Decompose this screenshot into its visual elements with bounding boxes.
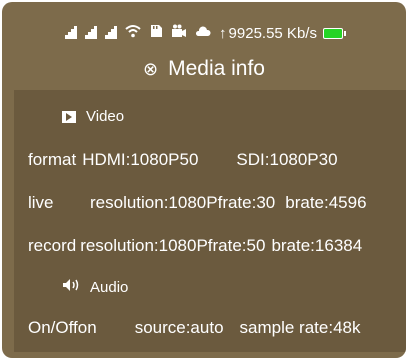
speaker-icon	[62, 278, 80, 297]
media-info-icon: ⊗	[143, 58, 159, 79]
record-row: record resolution:1080P frate:50 brate:1…	[28, 236, 406, 256]
record-resolution: resolution:1080P	[80, 236, 208, 255]
video-icon	[62, 110, 76, 123]
live-row: live resolution:1080P frate:30 brate:459…	[28, 193, 406, 213]
format-sdi-value: SDI:1080P30	[236, 150, 338, 169]
format-hdmi-value: HDMI:1080P50	[82, 150, 199, 169]
live-resolution: resolution:1080P	[90, 193, 218, 212]
signal-icon	[65, 26, 78, 40]
record-label: record	[28, 236, 77, 255]
live-brate: brate:4596	[285, 193, 367, 212]
audio-header-label: Audio	[90, 279, 129, 296]
audio-row: On/Off on source:auto sample rate:48k	[28, 318, 406, 338]
sd-card-icon	[149, 24, 163, 42]
audio-onoff-label: On/Off	[28, 318, 78, 337]
media-info-panel: Video format HDMI:1080P50 SDI:1080P30 li…	[14, 90, 406, 352]
audio-section-header: Audio	[62, 278, 406, 297]
audio-sample-rate: sample rate:48k	[239, 318, 361, 337]
audio-source: source:auto	[134, 318, 224, 337]
format-label: format	[28, 150, 77, 169]
page-title-bar: ⊗ Media info	[2, 52, 406, 86]
signal-icon	[105, 26, 118, 40]
battery-icon	[322, 27, 346, 39]
camera-icon	[171, 24, 187, 42]
format-row: format HDMI:1080P50 SDI:1080P30	[28, 150, 406, 170]
network-speed: 9925.55 Kb/s	[228, 24, 317, 42]
upload-arrow-icon: ↑	[219, 24, 227, 42]
audio-onoff-value: on	[77, 318, 97, 337]
record-brate: brate:16384	[271, 236, 363, 255]
media-info-screen: ↑ 9925.55 Kb/s ⊗ Media info Video format…	[2, 2, 406, 358]
live-frate: frate:30	[217, 193, 276, 212]
live-label: live	[28, 193, 54, 212]
video-section-header: Video	[62, 108, 406, 125]
status-bar: ↑ 9925.55 Kb/s	[2, 20, 406, 46]
wifi-icon	[125, 24, 141, 42]
signal-icon	[85, 26, 98, 40]
cloud-icon	[195, 24, 211, 42]
record-frate: frate:50	[207, 236, 266, 255]
video-header-label: Video	[86, 108, 125, 125]
page-title: Media info	[168, 57, 265, 80]
